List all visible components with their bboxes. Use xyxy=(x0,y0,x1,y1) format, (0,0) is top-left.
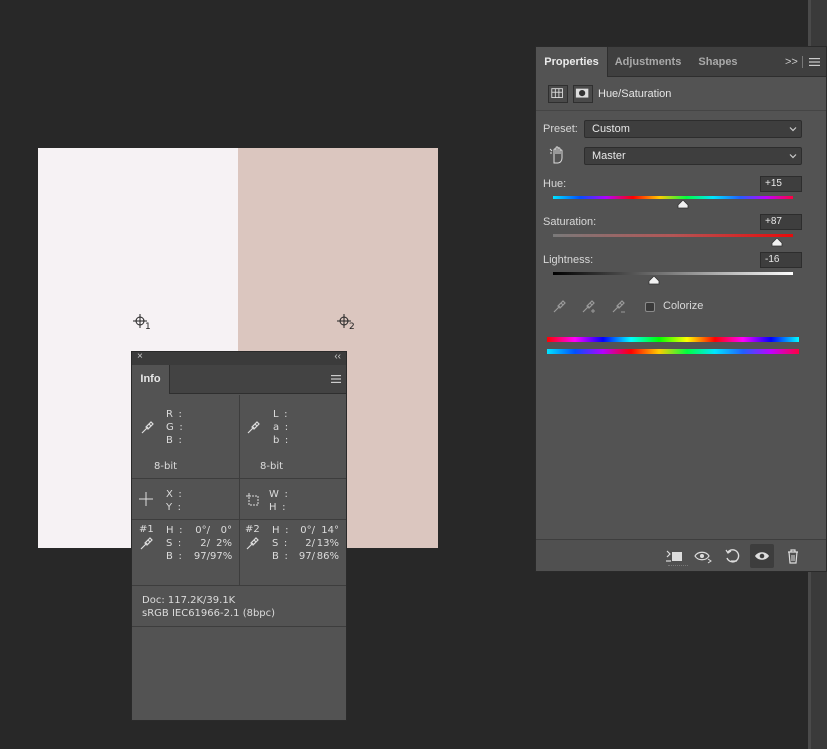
tab-adjustments[interactable]: Adjustments xyxy=(610,47,686,77)
lightness-slider-thumb[interactable] xyxy=(648,276,660,285)
properties-tabbar: Properties Adjustments Shapes >> xyxy=(536,47,826,77)
divider xyxy=(802,56,803,68)
reset-icon[interactable] xyxy=(724,548,742,564)
chevron-down-icon xyxy=(789,127,797,132)
selection-size-icon xyxy=(246,493,259,506)
hue-slider-thumb[interactable] xyxy=(677,200,689,209)
output-color-bar xyxy=(547,349,799,354)
eyedropper-minus-icon[interactable] xyxy=(611,300,625,314)
properties-panel: Properties Adjustments Shapes >> Hue/Sat… xyxy=(535,46,827,572)
hue-slider-track[interactable] xyxy=(553,196,793,199)
tab-shapes[interactable]: Shapes xyxy=(688,47,748,77)
sampler-number: 2 xyxy=(349,322,355,332)
rgb-labels: R : G : B : xyxy=(166,409,184,446)
channel-value: Master xyxy=(592,150,626,162)
color-sampler-2[interactable]: 2 xyxy=(337,314,357,334)
sampler2-before: 0°/ 2/ 97/ xyxy=(298,525,315,562)
eyedropper-icon[interactable] xyxy=(139,537,153,551)
collapse-icon[interactable]: ‹‹ xyxy=(334,351,341,362)
divider xyxy=(239,395,240,585)
divider xyxy=(132,626,346,627)
eyedropper-icon[interactable] xyxy=(246,421,260,435)
colorize-label[interactable]: Colorize xyxy=(663,300,703,312)
eyedropper-icon[interactable] xyxy=(245,537,259,551)
info-tabbar: Info xyxy=(132,365,346,394)
rgb-bit-depth[interactable]: 8-bit xyxy=(154,461,177,472)
chevron-down-icon xyxy=(789,154,797,159)
on-image-adjust-hand-icon[interactable] xyxy=(549,145,567,165)
preset-label: Preset: xyxy=(543,123,578,135)
adjustment-title: Hue/Saturation xyxy=(598,88,672,100)
lab-labels: L : a : b : xyxy=(273,409,290,446)
sampler2-after: 14° 13% 86% xyxy=(316,525,339,562)
preset-value: Custom xyxy=(592,123,630,135)
preset-dropdown[interactable]: Custom xyxy=(584,120,802,138)
clip-to-layer-icon[interactable] xyxy=(665,548,683,564)
panel-menu-icon[interactable] xyxy=(809,57,820,67)
hue-label: Hue: xyxy=(543,178,567,190)
xy-labels: X : Y : xyxy=(166,489,183,513)
lightness-slider-track[interactable] xyxy=(553,272,793,275)
panel-menu-icon[interactable] xyxy=(331,374,341,384)
saturation-label: Saturation: xyxy=(543,216,597,228)
more-tabs-icon[interactable]: >> xyxy=(785,56,798,68)
view-previous-state-icon[interactable] xyxy=(694,548,712,564)
adjustment-header: Hue/Saturation xyxy=(536,78,826,111)
toggle-visibility-button[interactable] xyxy=(750,544,774,568)
tab-info[interactable]: Info xyxy=(132,365,170,394)
close-icon[interactable]: × xyxy=(137,351,143,362)
eye-icon xyxy=(755,552,769,560)
divider xyxy=(132,585,346,586)
sampler1-after: 0° 2% 97% xyxy=(210,525,233,562)
lightness-input[interactable]: -16 xyxy=(760,252,802,268)
eyedropper-plus-icon[interactable] xyxy=(581,300,595,314)
sampler2-labels: H : S : B : xyxy=(272,525,290,562)
sampler1-id: #1 xyxy=(139,524,154,535)
info-panel-titlebar[interactable]: × ‹‹ xyxy=(132,351,346,365)
input-color-bar xyxy=(547,337,799,342)
sampler1-before: 0°/ 2/ 97/ xyxy=(193,525,210,562)
colorize-checkbox[interactable] xyxy=(645,302,655,312)
crosshair-cursor-icon xyxy=(139,492,153,506)
color-profile: sRGB IEC61966-2.1 (8bpc) xyxy=(142,608,276,619)
saturation-slider-track[interactable] xyxy=(553,234,793,237)
saturation-slider-thumb[interactable] xyxy=(771,238,783,247)
layer-mask-icon[interactable] xyxy=(573,85,593,103)
resize-grip[interactable] xyxy=(668,565,688,568)
trash-icon[interactable] xyxy=(784,548,802,564)
lightness-label: Lightness: xyxy=(543,254,594,266)
channel-dropdown[interactable]: Master xyxy=(584,147,802,165)
eyedropper-icon[interactable] xyxy=(552,300,566,314)
divider xyxy=(132,519,346,520)
sampler2-id: #2 xyxy=(245,524,260,535)
doc-size: Doc: 117.2K/39.1K xyxy=(142,595,236,606)
lab-bit-depth[interactable]: 8-bit xyxy=(260,461,283,472)
wh-labels: W : H : xyxy=(269,489,290,513)
hue-input[interactable]: +15 xyxy=(760,176,802,192)
saturation-input[interactable]: +87 xyxy=(760,214,802,230)
eyedropper-icon[interactable] xyxy=(140,421,154,435)
hue-saturation-layer-icon[interactable] xyxy=(548,85,568,103)
divider xyxy=(132,478,346,479)
sampler1-labels: H : S : B : xyxy=(166,525,184,562)
info-panel: × ‹‹ Info R : G : B : 8-bit L : a : b : … xyxy=(131,351,347,721)
tab-properties[interactable]: Properties xyxy=(536,47,608,77)
color-sampler-1[interactable]: 1 xyxy=(133,314,153,334)
sampler-number: 1 xyxy=(145,322,151,332)
